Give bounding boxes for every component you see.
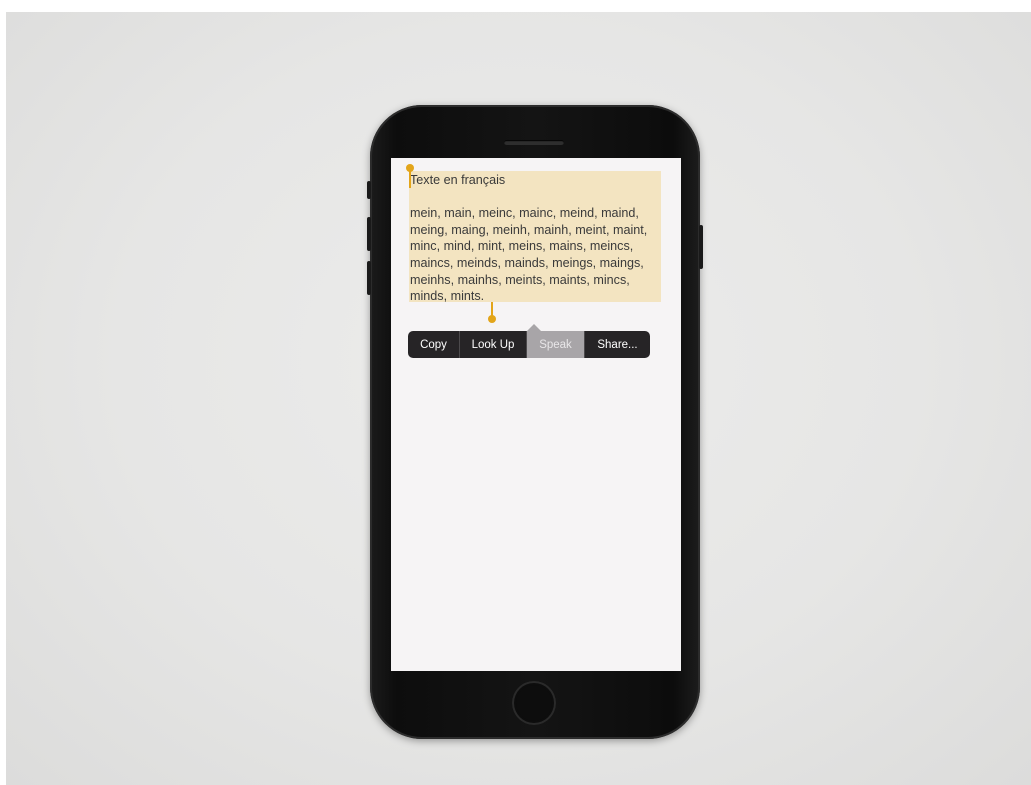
- note-body-line[interactable]: meing, maing, meinh, mainh, meint, maint…: [410, 222, 662, 239]
- note-body-line[interactable]: mein, main, meinc, mainc, meind, maind,: [410, 205, 662, 222]
- note-body-line[interactable]: maincs, meinds, mainds, meings, maings,: [410, 255, 662, 272]
- note-body-line[interactable]: minc, mind, mint, meins, mains, meincs,: [410, 238, 662, 255]
- note-text[interactable]: Texte en français mein, main, meinc, mai…: [410, 172, 662, 305]
- copy-button[interactable]: Copy: [408, 331, 460, 358]
- photo-background: Texte en français mein, main, meinc, mai…: [6, 12, 1031, 785]
- home-button[interactable]: [512, 681, 556, 725]
- power-button: [699, 225, 703, 269]
- earpiece-speaker: [504, 140, 564, 145]
- note-body-line[interactable]: meinhs, mainhs, meints, maints, mincs,: [410, 272, 662, 289]
- volume-down-button: [367, 261, 371, 295]
- note-body-line[interactable]: minds, mints.: [410, 288, 662, 305]
- phone-screen: Texte en français mein, main, meinc, mai…: [391, 158, 681, 671]
- volume-up-button: [367, 217, 371, 251]
- speak-button[interactable]: Speak: [527, 331, 585, 358]
- edit-menu-pointer: [527, 324, 541, 331]
- selection-start-caret: [409, 170, 411, 188]
- iphone-device: Texte en français mein, main, meinc, mai…: [367, 105, 703, 739]
- note-title[interactable]: Texte en français: [410, 172, 662, 189]
- mute-switch: [367, 181, 371, 199]
- share-button[interactable]: Share...: [585, 331, 650, 358]
- edit-menu: Copy Look Up Speak Share...: [408, 331, 650, 358]
- look-up-button[interactable]: Look Up: [460, 331, 527, 358]
- selection-end-handle[interactable]: [488, 315, 496, 323]
